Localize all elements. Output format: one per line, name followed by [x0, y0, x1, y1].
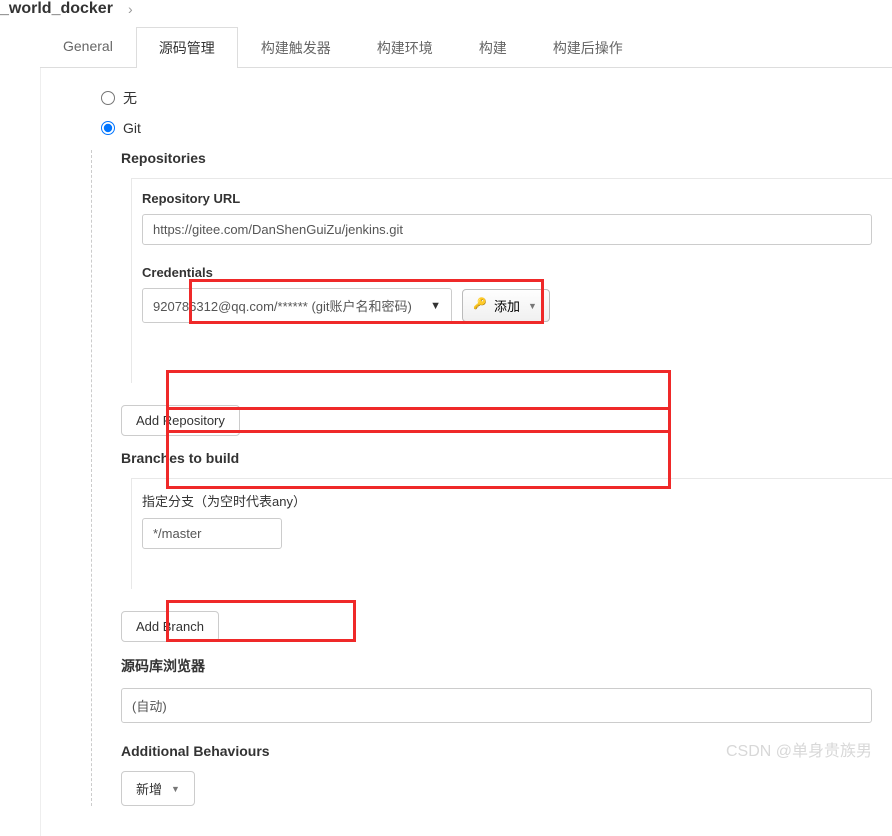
repo-url-label: Repository URL — [142, 191, 872, 206]
scm-panel: 无 Git Repositories Repository URL Creden… — [40, 68, 892, 836]
credentials-label: Credentials — [142, 265, 872, 280]
dropdown-caret-icon: ▼ — [528, 301, 537, 311]
additional-behaviours-label: Additional Behaviours — [121, 743, 892, 759]
breadcrumb: _world_docker › — [0, 0, 892, 26]
dropdown-caret-icon: ▼ — [171, 784, 180, 794]
branch-spec-field: 指定分支（为空时代表any） — [142, 491, 892, 549]
repositories-title: Repositories — [121, 150, 892, 166]
add-branch-button[interactable]: Add Branch — [121, 611, 219, 642]
add-behaviour-label: 新增 — [136, 779, 162, 798]
tab-post[interactable]: 构建后操作 — [530, 27, 646, 68]
tab-general[interactable]: General — [40, 27, 136, 68]
tab-scm[interactable]: 源码管理 — [136, 27, 238, 68]
repo-url-field: Repository URL — [142, 191, 892, 245]
credentials-field: Credentials 920786312@qq.com/****** (git… — [142, 265, 892, 323]
add-behaviour-button[interactable]: 新增 ▼ — [121, 771, 195, 806]
branch-spec-input[interactable] — [142, 518, 282, 549]
add-credential-button[interactable]: 添加 ▼ — [462, 289, 550, 322]
repo-browser-select[interactable]: (自动) — [121, 688, 872, 723]
chevron-right-icon: › — [128, 1, 133, 17]
scm-none-radio-row[interactable]: 无 — [101, 88, 892, 108]
tab-build[interactable]: 构建 — [456, 27, 530, 68]
scm-none-label: 无 — [123, 88, 137, 108]
repo-browser-field: (自动) — [121, 688, 892, 723]
credentials-selected-value: 920786312@qq.com/****** (git账户名和密码) — [153, 299, 412, 314]
scm-git-radio[interactable] — [101, 121, 115, 135]
repo-browser-label: 源码库浏览器 — [121, 656, 892, 676]
config-tabs: General 源码管理 构建触发器 构建环境 构建 构建后操作 — [40, 26, 892, 68]
branches-title: Branches to build — [121, 450, 892, 466]
scm-git-label: Git — [123, 120, 141, 136]
branches-block: 指定分支（为空时代表any） — [131, 478, 892, 589]
add-branch-label: Add Branch — [136, 619, 204, 634]
scm-none-radio[interactable] — [101, 91, 115, 105]
key-icon — [475, 301, 489, 311]
scm-git-radio-row[interactable]: Git — [101, 120, 892, 136]
repo-url-input[interactable] — [142, 214, 872, 245]
add-credential-label: 添加 — [494, 296, 520, 315]
add-repository-label: Add Repository — [136, 413, 225, 428]
tab-env[interactable]: 构建环境 — [354, 27, 456, 68]
credentials-select[interactable]: 920786312@qq.com/****** (git账户名和密码) ▼ — [142, 288, 452, 323]
dropdown-caret-icon: ▼ — [430, 300, 441, 312]
git-section: Repositories Repository URL Credentials … — [111, 150, 892, 806]
branch-spec-label: 指定分支（为空时代表any） — [142, 491, 872, 510]
repo-browser-value: (自动) — [132, 699, 167, 714]
add-repository-button[interactable]: Add Repository — [121, 405, 240, 436]
repository-block: Repository URL Credentials 920786312@qq.… — [131, 178, 892, 383]
breadcrumb-title[interactable]: _world_docker — [0, 0, 113, 18]
tab-triggers[interactable]: 构建触发器 — [238, 27, 354, 68]
